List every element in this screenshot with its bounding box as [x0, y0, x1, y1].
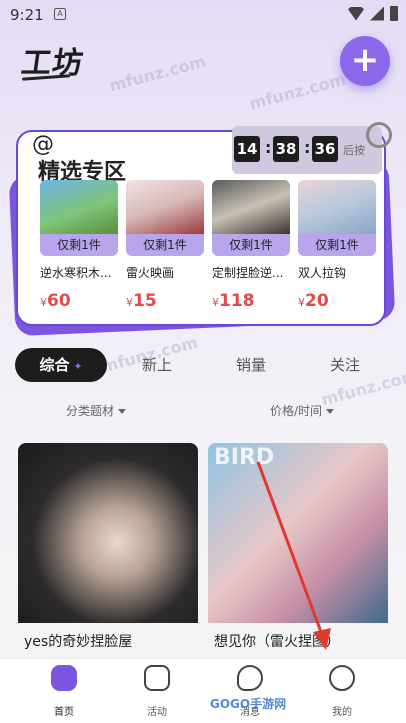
countdown-colon: :	[304, 138, 311, 157]
tab-comprehensive[interactable]: 综合 ✦	[15, 348, 107, 382]
nav-activity[interactable]: 活动	[127, 665, 187, 718]
home-icon	[51, 665, 77, 691]
item-stock-tag: 仅剩1件	[40, 234, 118, 256]
item-name: 定制捏脸逆...	[212, 266, 284, 280]
tab-sales[interactable]: 销量	[221, 348, 281, 382]
post-overlay-text: BIRD	[214, 445, 275, 470]
message-icon	[237, 665, 263, 691]
item-image	[212, 180, 290, 234]
item-image	[298, 180, 376, 234]
nav-profile[interactable]: 我的	[312, 665, 372, 718]
bottom-nav: 首页 活动 消息 我的 GOGO手游网	[0, 658, 406, 723]
status-time: 9:21	[10, 6, 44, 24]
sort-tabs: 综合 ✦ 新上 销量 关注	[15, 348, 395, 384]
featured-item[interactable]: 仅剩1件 定制捏脸逆... ¥118	[212, 180, 290, 311]
countdown-suffix: 后按	[343, 144, 365, 157]
nav-home[interactable]: 首页	[34, 665, 94, 718]
caret-down-icon	[326, 409, 335, 414]
item-name: 逆水寒积木...	[40, 266, 112, 280]
caret-down-icon	[118, 409, 127, 414]
post-title: 想见你（雷火捏图）	[214, 634, 340, 650]
featured-zone: @ 精选专区 14 : 38 : 36 后按 仅剩1件 逆水寒积木... ¥60…	[8, 122, 396, 337]
featured-item[interactable]: 仅剩1件 双人拉钩 ¥20	[298, 180, 376, 311]
item-image	[40, 180, 118, 234]
item-stock-tag: 仅剩1件	[212, 234, 290, 256]
countdown-timer: 14 : 38 : 36 后按	[232, 126, 382, 174]
activity-icon	[144, 665, 170, 691]
countdown-seconds: 36	[312, 136, 338, 162]
item-price: ¥20	[298, 291, 329, 311]
ring-icon	[366, 122, 392, 148]
plus-icon: +	[350, 39, 380, 80]
profile-icon	[329, 665, 355, 691]
battery-icon	[390, 6, 398, 21]
sparkle-icon: ✦	[69, 360, 83, 373]
sort-filter[interactable]: 价格/时间	[270, 402, 335, 419]
item-price: ¥60	[40, 291, 71, 311]
watermark: mfunz.com	[247, 69, 348, 114]
watermark: mfunz.com	[107, 51, 208, 96]
item-name: 雷火映画	[126, 266, 175, 280]
status-icons	[348, 6, 398, 21]
item-image	[126, 180, 204, 234]
notification-icon: A	[54, 8, 66, 20]
featured-item[interactable]: 仅剩1件 逆水寒积木... ¥60	[40, 180, 118, 311]
wifi-icon	[348, 6, 364, 21]
tab-new[interactable]: 新上	[127, 348, 187, 382]
post-image: BIRD	[208, 443, 388, 623]
countdown-minutes: 38	[273, 136, 299, 162]
add-button[interactable]: +	[340, 36, 390, 86]
post-card[interactable]: BIRD 想见你（雷火捏图）	[208, 443, 388, 651]
countdown-hours: 14	[234, 136, 260, 162]
item-name: 双人拉钩	[298, 266, 347, 280]
featured-item[interactable]: 仅剩1件 雷火映画 ¥15	[126, 180, 204, 311]
post-card[interactable]: yes的奇妙捏脸屋	[18, 443, 198, 651]
item-stock-tag: 仅剩1件	[126, 234, 204, 256]
tab-following[interactable]: 关注	[315, 348, 375, 382]
countdown-colon: :	[265, 138, 272, 157]
item-price: ¥118	[212, 291, 255, 311]
post-image	[18, 443, 198, 623]
item-stock-tag: 仅剩1件	[298, 234, 376, 256]
signal-icon	[370, 6, 384, 21]
category-filter[interactable]: 分类题材	[66, 402, 127, 419]
watermark-gogo: GOGO手游网	[210, 697, 287, 711]
post-title: yes的奇妙捏脸屋	[24, 634, 133, 650]
item-price: ¥15	[126, 291, 157, 311]
status-bar: 9:21 A	[0, 0, 406, 30]
